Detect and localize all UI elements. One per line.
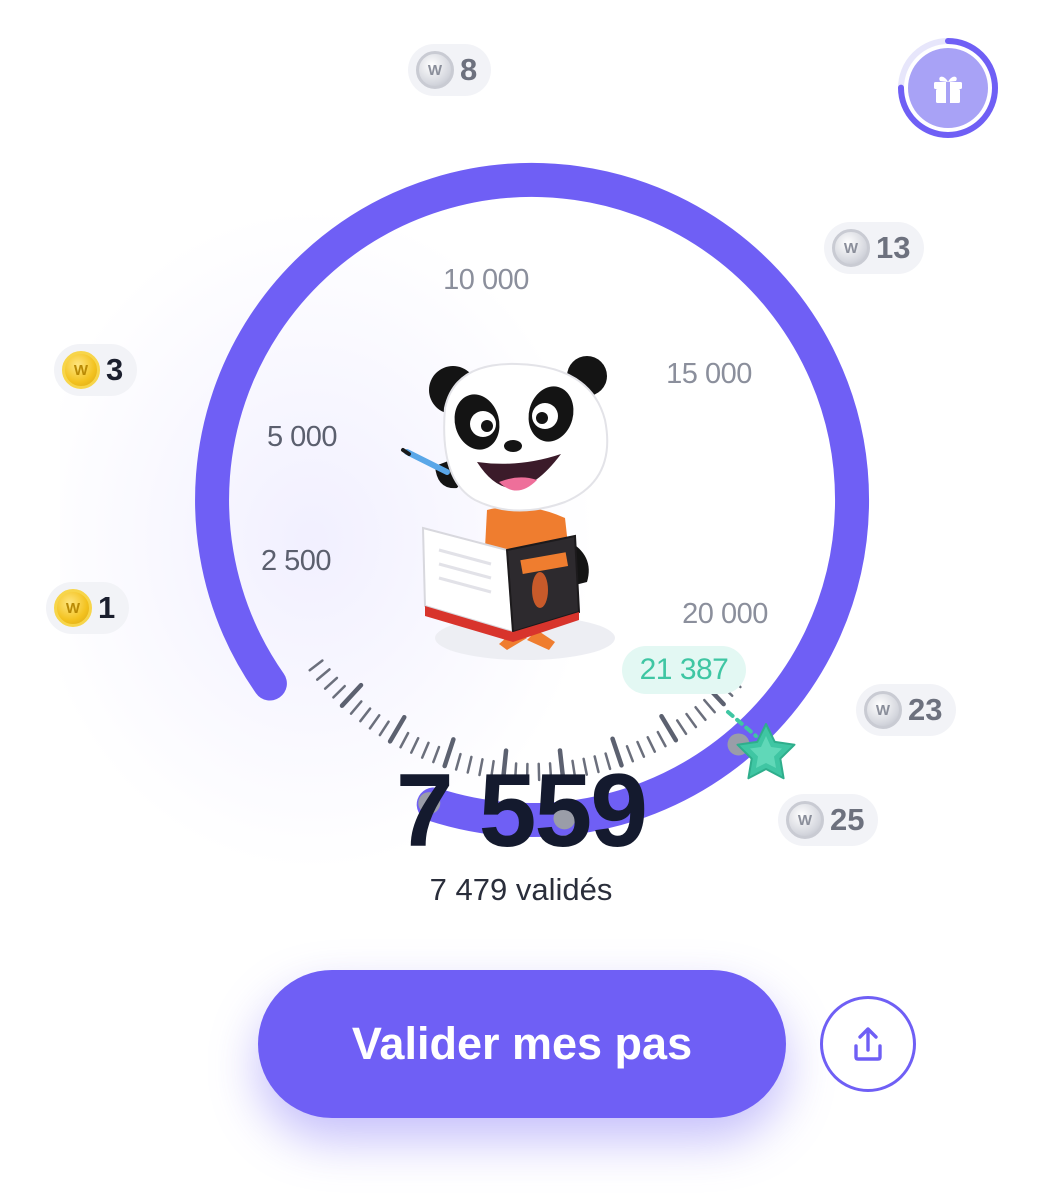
coin-icon: W <box>54 589 92 627</box>
gauge-tick <box>332 684 346 699</box>
share-icon <box>854 1027 882 1061</box>
scale-label-2500: 2 500 <box>261 545 331 577</box>
total-steps: 7 559 <box>395 753 648 869</box>
gift-icon <box>908 48 988 128</box>
gauge-tick <box>399 731 410 749</box>
gauge-tick <box>675 719 688 736</box>
gauge-tick <box>339 682 364 708</box>
reward-badge-23[interactable]: W 23 <box>856 684 957 736</box>
goal-steps-badge: 21 387 <box>622 646 746 694</box>
scale-label-5000: 5 000 <box>267 421 337 453</box>
reward-coins: 23 <box>908 692 943 727</box>
gauge-tick <box>349 700 363 715</box>
panda-illustration <box>401 356 615 660</box>
gauge-tick <box>387 714 407 744</box>
coin-icon: W <box>864 691 902 729</box>
reward-coins: 13 <box>876 230 911 265</box>
reward-badge-1[interactable]: W 1 <box>46 582 130 634</box>
gauge-tick <box>368 714 381 730</box>
validate-steps-button[interactable]: Valider mes pas <box>258 970 786 1118</box>
gauge-tick <box>323 676 339 690</box>
gauge-tick <box>694 705 707 722</box>
reward-coins: 8 <box>460 52 478 87</box>
reward-badge-8[interactable]: W 8 <box>408 44 492 96</box>
reward-badge-13[interactable]: W 13 <box>824 222 925 274</box>
gift-button[interactable] <box>896 36 1000 140</box>
gauge-tick <box>685 712 698 729</box>
gauge-tick <box>308 659 324 672</box>
gauge-tick <box>359 707 372 723</box>
share-button[interactable] <box>820 996 916 1092</box>
coin-icon: W <box>832 229 870 267</box>
gauge-tick <box>378 720 390 737</box>
reward-coins: 3 <box>106 352 124 387</box>
scale-label-10000: 10 000 <box>443 264 529 296</box>
gauge-tick <box>315 668 331 681</box>
scale-label-20000: 20 000 <box>682 598 768 630</box>
gauge-tick <box>410 736 420 754</box>
reward-badge-3[interactable]: W 3 <box>54 344 138 396</box>
coin-icon: W <box>416 51 454 89</box>
gauge-tick <box>656 730 667 748</box>
scale-label-15000: 15 000 <box>666 358 752 390</box>
gauge-tick <box>646 736 657 753</box>
coin-icon: W <box>62 351 100 389</box>
validated-steps: 7 479 validés <box>429 872 613 907</box>
gauge-tick <box>703 698 716 714</box>
gauge-tick <box>659 713 679 743</box>
reward-coins: 1 <box>98 590 116 625</box>
